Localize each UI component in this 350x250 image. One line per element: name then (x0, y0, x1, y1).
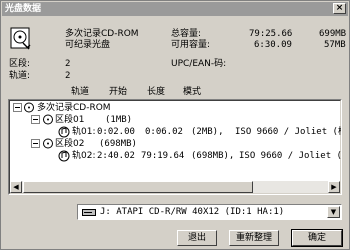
track-02-label[interactable]: 轨02: (72, 151, 96, 161)
close-button[interactable]: × (333, 3, 346, 14)
audio-track-icon (58, 150, 70, 162)
column-length: 长度 (147, 87, 166, 97)
track-01-size: (2MB), (191, 127, 224, 137)
title-bar: 光盘数据 × (2, 2, 348, 16)
track-01-length: 0:06.02 (145, 127, 183, 137)
drive-select[interactable]: J: ATAPI CD-R/RW 40X12 (ID:1 HA:1) ▼ (77, 204, 342, 220)
track-02-start: 2:40.02 (97, 151, 135, 161)
track-01-label[interactable]: 轨01: (72, 127, 96, 137)
free-capacity-size: 57MB (324, 40, 346, 50)
column-start: 开始 (109, 87, 128, 97)
session-02-size: (698MB) (99, 139, 137, 149)
column-track: 轨道 (71, 87, 90, 97)
tracks-label: 轨道: (9, 71, 31, 81)
total-capacity-size: 699MB (319, 29, 347, 39)
audio-track-icon (58, 126, 70, 138)
exit-button[interactable]: 退出 (177, 230, 217, 246)
cd-drive-icon (82, 209, 96, 216)
session-01-label[interactable]: 区段01 (55, 115, 84, 125)
total-capacity-time: 79:25.66 (249, 29, 293, 39)
tracks-value: 2 (65, 71, 71, 81)
session-icon (43, 138, 53, 149)
ok-button[interactable]: 确定 (291, 229, 343, 247)
disc-info-window: 光盘数据 × 多次记录CD-ROM 可纪录光盘 总容量: 79:25.66 69… (0, 0, 350, 250)
session-01-size: (1MB) (105, 115, 133, 125)
scroll-right-icon[interactable]: ▶ (328, 181, 340, 193)
column-mode: 模式 (183, 87, 202, 97)
total-capacity-label: 总容量: (171, 29, 202, 39)
collapse-icon[interactable] (31, 139, 40, 148)
drive-select-value: J: ATAPI CD-R/RW 40X12 (ID:1 HA:1) (100, 207, 285, 217)
track-01-mode: ISO 9660 / Joliet (模式 (235, 127, 341, 137)
disc-type: 多次记录CD-ROM (65, 29, 139, 39)
scroll-thumb[interactable] (23, 181, 253, 193)
chevron-down-icon[interactable]: ▼ (327, 206, 340, 218)
track-02-length: 79:19.64 (141, 151, 185, 161)
sessions-label: 区段: (9, 59, 31, 69)
scroll-left-icon[interactable]: ◀ (10, 181, 22, 193)
track-tree[interactable]: 多次记录CD-ROM 区段01 (1MB) 轨01: 0:02.00 0:06.… (8, 99, 342, 195)
free-capacity-label: 可用容量: (171, 40, 211, 50)
free-capacity-time: 6:30.09 (254, 40, 292, 50)
track-02-mode: ISO 9660 / Joliet (模式 (239, 151, 342, 161)
session-02-label[interactable]: 区段02 (55, 139, 84, 149)
disc-small-icon (24, 102, 34, 113)
collapse-icon[interactable] (13, 103, 22, 112)
upc-label: UPC/EAN-码: (171, 59, 227, 69)
sessions-value: 2 (65, 59, 71, 69)
track-01-start: 0:02.00 (97, 127, 135, 137)
session-icon (43, 114, 53, 125)
horizontal-scrollbar[interactable]: ◀ ▶ (10, 181, 340, 193)
collapse-icon[interactable] (31, 115, 40, 124)
window-title: 光盘数据 (5, 4, 42, 14)
reorganize-button[interactable]: 重新整理 (229, 230, 279, 246)
tree-root[interactable]: 多次记录CD-ROM (37, 103, 111, 113)
disc-status: 可纪录光盘 (65, 40, 111, 50)
disc-icon (10, 27, 31, 50)
track-02-size: (698MB), (191, 151, 235, 161)
